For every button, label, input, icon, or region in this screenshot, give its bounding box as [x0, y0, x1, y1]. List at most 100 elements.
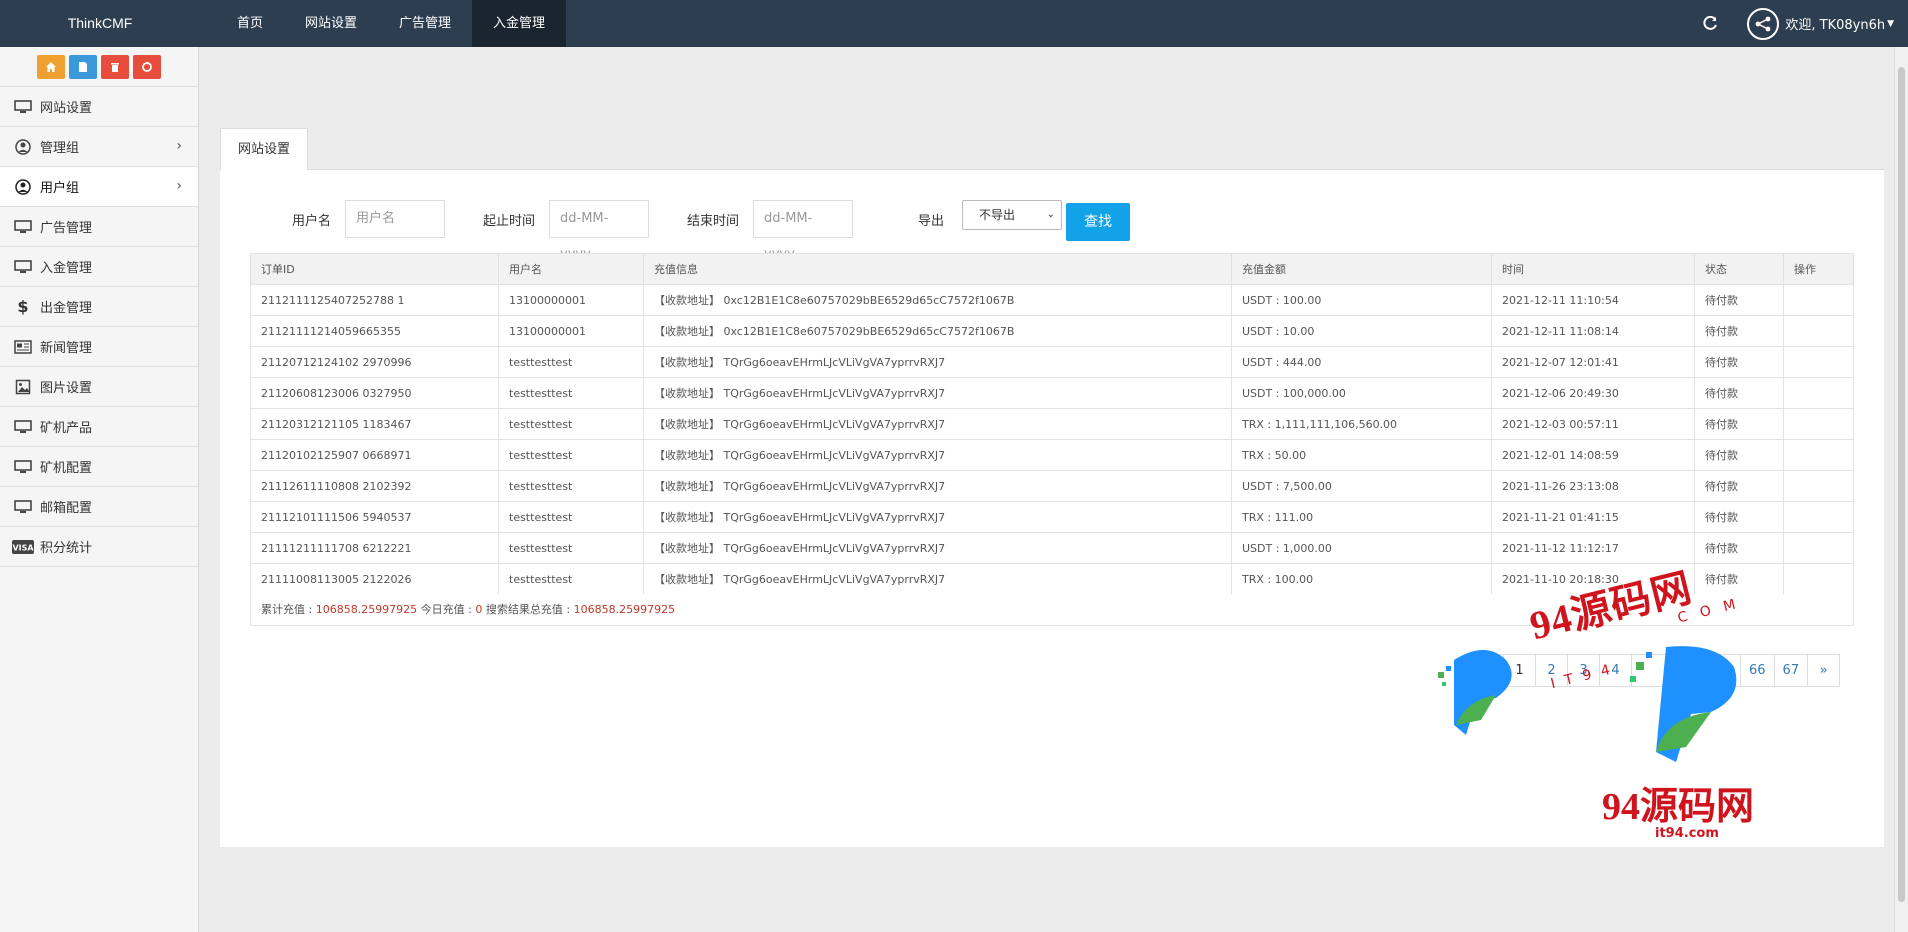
table-cell: 2021-11-26 23:13:08	[1491, 470, 1695, 502]
filter-end-time: 结束时间 dd-MM-yyyy	[687, 200, 854, 262]
table-cell: 21112611110808 2102392	[250, 470, 499, 502]
table-cell[interactable]	[1783, 563, 1854, 595]
table-cell: testtesttest	[498, 408, 644, 440]
visa-icon: VISA	[12, 539, 34, 555]
caret-down-icon: ▼	[1887, 18, 1894, 29]
scrollbar-thumb[interactable]	[1898, 67, 1905, 902]
sidebar-item-deposit-management[interactable]: 入金管理	[0, 247, 198, 287]
sidebar-item-user-group[interactable]: 用户组 ›	[0, 167, 198, 207]
monitor-icon	[12, 259, 34, 275]
recycle-icon	[142, 61, 152, 72]
top-nav: 首页 网站设置 广告管理 入金管理	[216, 0, 567, 47]
file-icon	[79, 61, 87, 72]
sidebar-item-miner-config[interactable]: 矿机配置	[0, 447, 198, 487]
home-button[interactable]	[37, 54, 65, 79]
table-cell[interactable]	[1783, 315, 1854, 347]
refresh-icon[interactable]	[1701, 15, 1719, 33]
tab-site-settings[interactable]: 网站设置	[220, 128, 308, 170]
username-input[interactable]: 用户名	[345, 200, 446, 238]
file-button[interactable]	[69, 54, 97, 79]
table-cell[interactable]	[1783, 439, 1854, 471]
table-cell[interactable]	[1783, 346, 1854, 378]
table-cell: TRX : 111.00	[1231, 501, 1492, 533]
sidebar-item-withdraw-management[interactable]: $ 出金管理	[0, 287, 198, 327]
nav-home[interactable]: 首页	[216, 0, 284, 47]
col-time: 时间	[1491, 253, 1695, 285]
table-cell: USDT : 444.00	[1231, 346, 1492, 378]
table-cell: USDT : 100.00	[1231, 284, 1492, 316]
table-cell: 待付款	[1694, 408, 1784, 440]
table-cell: testtesttest	[498, 470, 644, 502]
top-navbar: ThinkCMF 首页 网站设置 广告管理 入金管理 欢迎, TK08yn6h …	[0, 0, 1908, 47]
table-cell: 【收款地址】 TQrGg6oeavEHrmLJcVLiVgVA7yprrvRXJ…	[643, 532, 1232, 564]
sidebar-item-label: 广告管理	[40, 221, 93, 236]
table-cell: 待付款	[1694, 315, 1784, 347]
col-status: 状态	[1694, 253, 1784, 285]
monitor-icon	[12, 499, 34, 515]
table-cell[interactable]	[1783, 470, 1854, 502]
sidebar-item-site-settings[interactable]: 网站设置	[0, 87, 198, 127]
table-cell[interactable]	[1783, 532, 1854, 564]
brand-logo[interactable]: ThinkCMF	[0, 0, 200, 47]
table-cell: 待付款	[1694, 563, 1784, 595]
chevron-down-icon: ⌄	[1046, 209, 1055, 220]
avatar[interactable]	[1747, 7, 1780, 40]
table-cell: USDT : 100,000.00	[1231, 377, 1492, 409]
sidebar-item-label: 网站设置	[40, 101, 93, 116]
table-cell[interactable]	[1783, 377, 1854, 409]
table-cell: 待付款	[1694, 346, 1784, 378]
table-cell[interactable]	[1783, 501, 1854, 533]
table-cell[interactable]	[1783, 284, 1854, 316]
trash-button[interactable]	[101, 54, 129, 79]
user-circle-icon	[12, 138, 34, 155]
table-cell: 【收款地址】 TQrGg6oeavEHrmLJcVLiVgVA7yprrvRXJ…	[643, 346, 1232, 378]
table-cell: testtesttest	[498, 439, 644, 471]
table-cell: 【收款地址】 TQrGg6oeavEHrmLJcVLiVgVA7yprrvRXJ…	[643, 439, 1232, 471]
username-label: 用户名	[292, 213, 332, 229]
newspaper-icon	[12, 339, 34, 355]
table-row: 21120608123006 0327950 testtesttest 【收款地址】…	[250, 377, 1854, 409]
search-button[interactable]: 查找	[1066, 203, 1130, 241]
nav-site-settings[interactable]: 网站设置	[284, 0, 378, 47]
nav-deposit-management[interactable]: 入金管理	[472, 0, 567, 47]
table-row: 21120102125907 0668971 testtesttest 【收款地址】…	[250, 439, 1854, 471]
monitor-icon	[12, 459, 34, 475]
sidebar-item-label: 管理组	[40, 141, 80, 156]
table-cell: 待付款	[1694, 532, 1784, 564]
export-select[interactable]: 不导出 ⌄	[962, 200, 1062, 230]
table-cell: 2021-12-11 11:10:54	[1491, 284, 1695, 316]
page-next[interactable]: »	[1807, 654, 1841, 687]
chevron-right-icon: ›	[176, 138, 182, 154]
table-cell: 【收款地址】 TQrGg6oeavEHrmLJcVLiVgVA7yprrvRXJ…	[643, 377, 1232, 409]
sidebar-item-label: 入金管理	[40, 261, 93, 276]
start-time-input[interactable]: dd-MM-yyyy	[549, 200, 650, 262]
table-row: 21120712124102 2970996 testtesttest 【收款地址】…	[250, 346, 1854, 378]
sidebar-item-label: 矿机配置	[40, 461, 93, 476]
user-menu[interactable]: 欢迎, TK08yn6h ▼	[1785, 14, 1894, 33]
table-cell: 21111211111708 6212221	[250, 532, 499, 564]
watermark-logo-right	[1630, 646, 1737, 762]
table-cell: 【收款地址】 TQrGg6oeavEHrmLJcVLiVgVA7yprrvRXJ…	[643, 408, 1232, 440]
col-amount: 充值金额	[1231, 253, 1492, 285]
end-time-input[interactable]: dd-MM-yyyy	[753, 200, 854, 262]
sidebar-item-email-config[interactable]: 邮箱配置	[0, 487, 198, 527]
sidebar-item-image-settings[interactable]: 图片设置	[0, 367, 198, 407]
sidebar-item-points-stats[interactable]: VISA 积分统计	[0, 527, 198, 567]
table-cell: 2021-12-01 14:08:59	[1491, 439, 1695, 471]
monitor-icon	[12, 99, 34, 115]
sidebar-item-ad-management[interactable]: 广告管理	[0, 207, 198, 247]
tab-divider	[308, 169, 1884, 170]
nav-ad-management[interactable]: 广告管理	[378, 0, 472, 47]
table-cell[interactable]	[1783, 408, 1854, 440]
table-row: 21120312121105 1183467 testtesttest 【收款地址】…	[250, 408, 1854, 440]
page-67[interactable]: 67	[1773, 654, 1809, 687]
recycle-button[interactable]	[133, 54, 161, 79]
sidebar-item-news-management[interactable]: 新闻管理	[0, 327, 198, 367]
sidebar-item-miner-products[interactable]: 矿机产品	[0, 407, 198, 447]
table-cell: USDT : 1,000.00	[1231, 532, 1492, 564]
table-cell: 21121111214059665355	[250, 315, 499, 347]
sidebar-item-label: 出金管理	[40, 301, 93, 316]
sidebar-item-admin-group[interactable]: 管理组 ›	[0, 127, 198, 167]
table-row: 21112611110808 2102392 testtesttest 【收款地址】…	[250, 470, 1854, 502]
scrollbar[interactable]	[1894, 47, 1908, 932]
